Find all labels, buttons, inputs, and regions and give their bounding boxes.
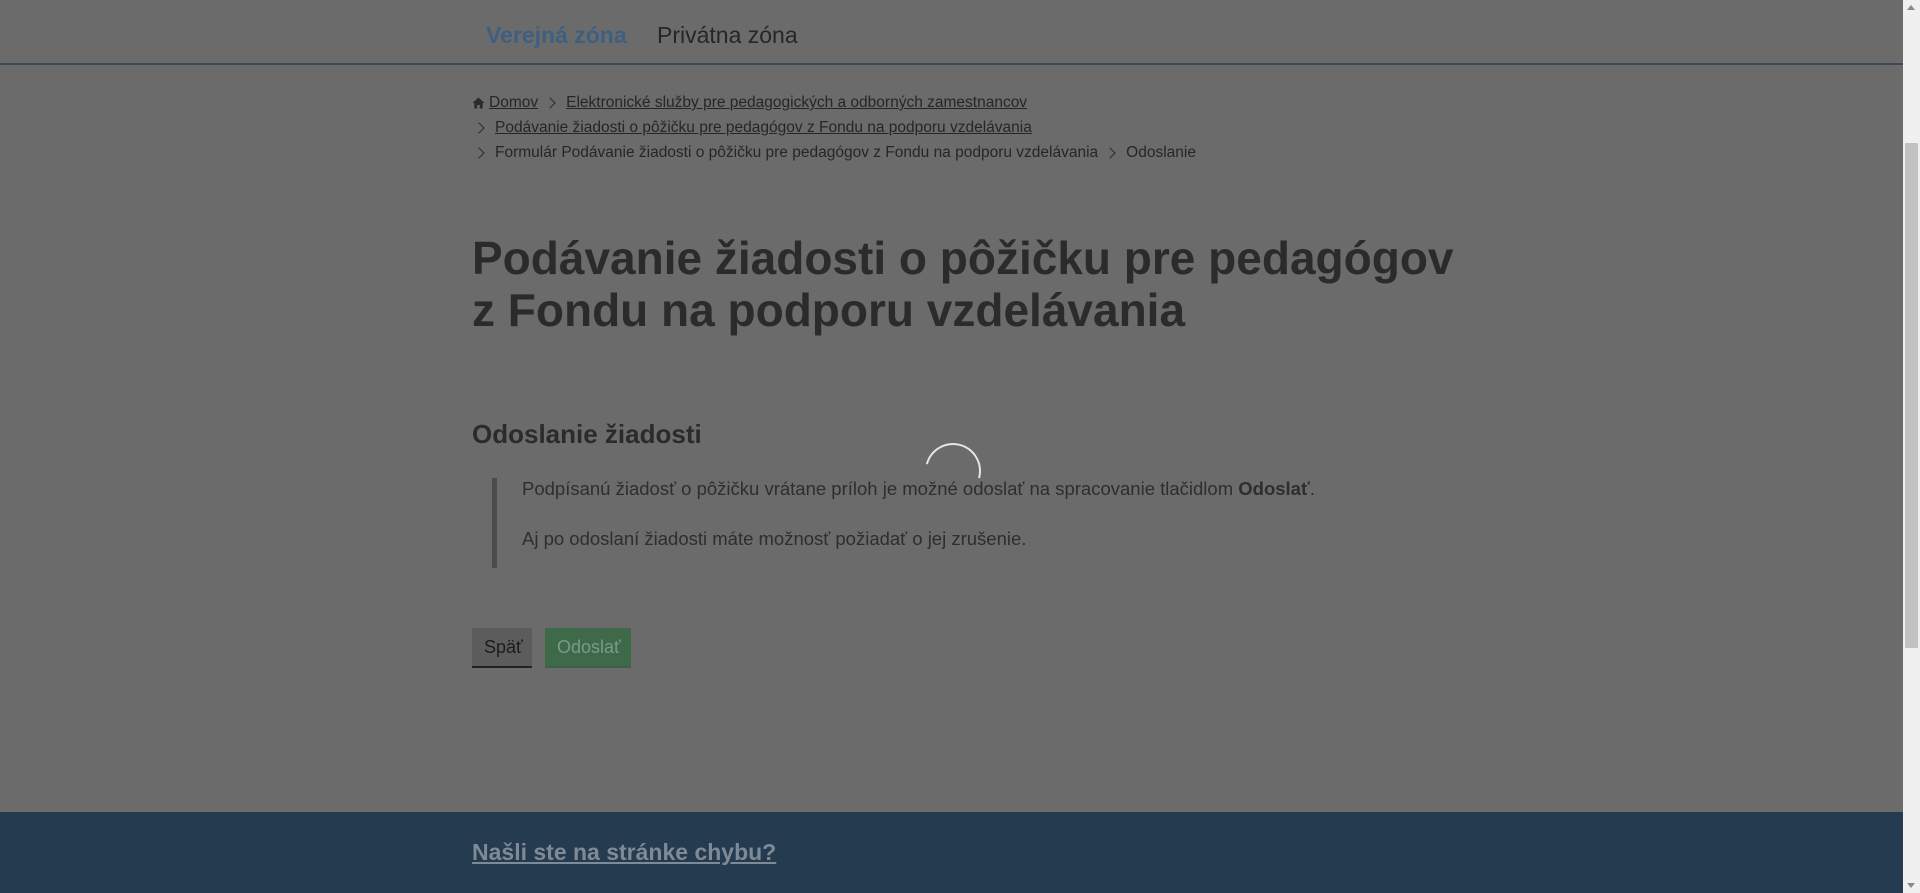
breadcrumb-row: Formulár Podávanie žiadosti o pôžičku pr… bbox=[472, 140, 1452, 165]
page-title: Podávanie žiadosti o pôžičku pre pedagóg… bbox=[472, 232, 1472, 336]
zone-navigation: Verejná zóna Privátna zóna bbox=[0, 0, 1903, 65]
back-button[interactable]: Späť bbox=[472, 628, 532, 668]
scrollbar-thumb[interactable] bbox=[1905, 143, 1918, 648]
scroll-up-icon[interactable] bbox=[1907, 5, 1915, 10]
page-title-line1: Podávanie žiadosti o pôžičku pre pedagóg… bbox=[472, 232, 1454, 284]
chevron-right-icon bbox=[473, 146, 485, 159]
notice-text: Podpísanú žiadosť o pôžičku vrátane príl… bbox=[522, 478, 1239, 499]
section-title: Odoslanie žiadosti bbox=[472, 419, 702, 449]
chevron-right-icon bbox=[1104, 146, 1116, 159]
page: Verejná zóna Privátna zóna Domov Elektro… bbox=[0, 0, 1903, 893]
chevron-right-icon bbox=[544, 96, 556, 109]
tab-private-zone[interactable]: Privátna zóna bbox=[657, 22, 798, 49]
chevron-right-icon bbox=[473, 121, 485, 134]
tab-public-zone[interactable]: Verejná zóna bbox=[486, 22, 627, 49]
breadcrumb-row: Podávanie žiadosti o pôžičku pre pedagóg… bbox=[472, 115, 1452, 140]
home-icon bbox=[472, 97, 485, 108]
breadcrumb-form: Formulár Podávanie žiadosti o pôžičku pr… bbox=[495, 144, 1099, 161]
breadcrumb-link-application[interactable]: Podávanie žiadosti o pôžičku pre pedagóg… bbox=[495, 115, 1032, 140]
report-error-link[interactable]: Našli ste na stránke chybu? bbox=[472, 839, 776, 866]
breadcrumb-home-link[interactable]: Domov bbox=[489, 90, 538, 115]
vertical-scrollbar[interactable] bbox=[1903, 0, 1920, 893]
notice-period: . bbox=[1309, 478, 1315, 499]
breadcrumb-link-services[interactable]: Elektronické služby pre pedagogických a … bbox=[566, 90, 1027, 115]
page-title-line2: z Fondu na podporu vzdelávania bbox=[472, 284, 1186, 336]
submit-button[interactable]: Odoslať bbox=[545, 628, 631, 668]
notice-paragraph-2: Aj po odoslaní žiadosti máte možnosť pož… bbox=[522, 528, 1027, 549]
breadcrumb: Domov Elektronické služby pre pedagogick… bbox=[472, 90, 1452, 165]
breadcrumb-current: Odoslanie bbox=[1126, 144, 1196, 161]
scroll-down-icon[interactable] bbox=[1907, 883, 1915, 888]
notice-paragraph-1: Podpísanú žiadosť o pôžičku vrátane príl… bbox=[522, 478, 1315, 500]
footer: Našli ste na stránke chybu? bbox=[0, 812, 1903, 893]
breadcrumb-row: Domov Elektronické služby pre pedagogick… bbox=[472, 90, 1452, 115]
notice-bold-text: Odoslať bbox=[1238, 478, 1310, 499]
